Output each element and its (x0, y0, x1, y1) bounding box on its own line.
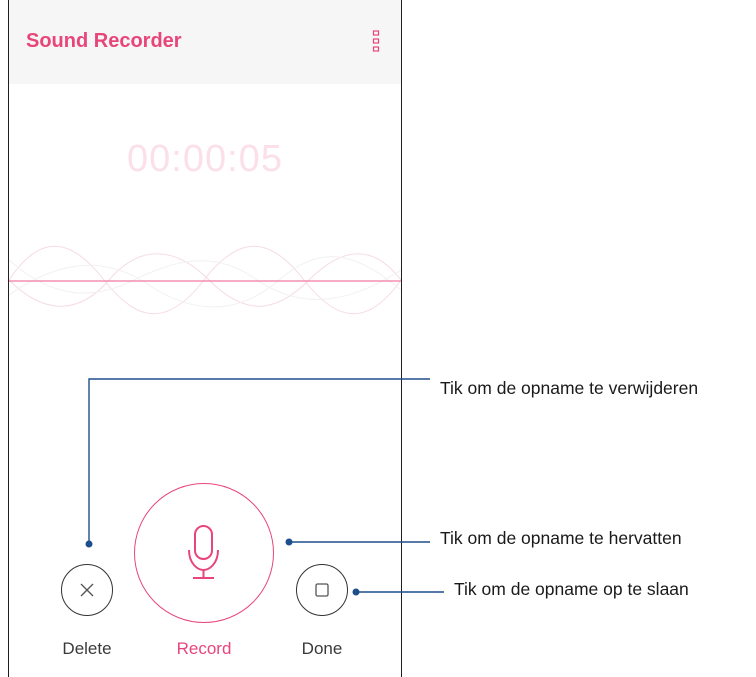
done-button[interactable] (296, 564, 348, 616)
record-button[interactable] (134, 483, 274, 623)
microphone-icon (188, 525, 219, 579)
delete-label: Delete (62, 639, 112, 658)
elapsed-time: 00:00:05 (127, 138, 283, 180)
more-vertical-icon[interactable] (371, 30, 381, 54)
callout-done-text: Tik om de opname op te slaan (454, 579, 689, 599)
app-title: Sound Recorder (26, 30, 182, 52)
sound-wave (9, 245, 401, 315)
app-bar: Sound Recorder (9, 0, 401, 84)
done-label: Done (301, 639, 343, 658)
close-icon (80, 583, 94, 597)
record-label: Record (176, 639, 232, 658)
delete-button[interactable] (61, 564, 113, 616)
callout-delete-text: Tik om de opname te verwijderen (440, 378, 699, 398)
phone-screen: Sound Recorder 00:00:05 Delete Record Do… (8, 0, 402, 677)
stop-icon (315, 583, 329, 597)
callout-record-text: Tik om de opname te hervatten (440, 528, 682, 548)
